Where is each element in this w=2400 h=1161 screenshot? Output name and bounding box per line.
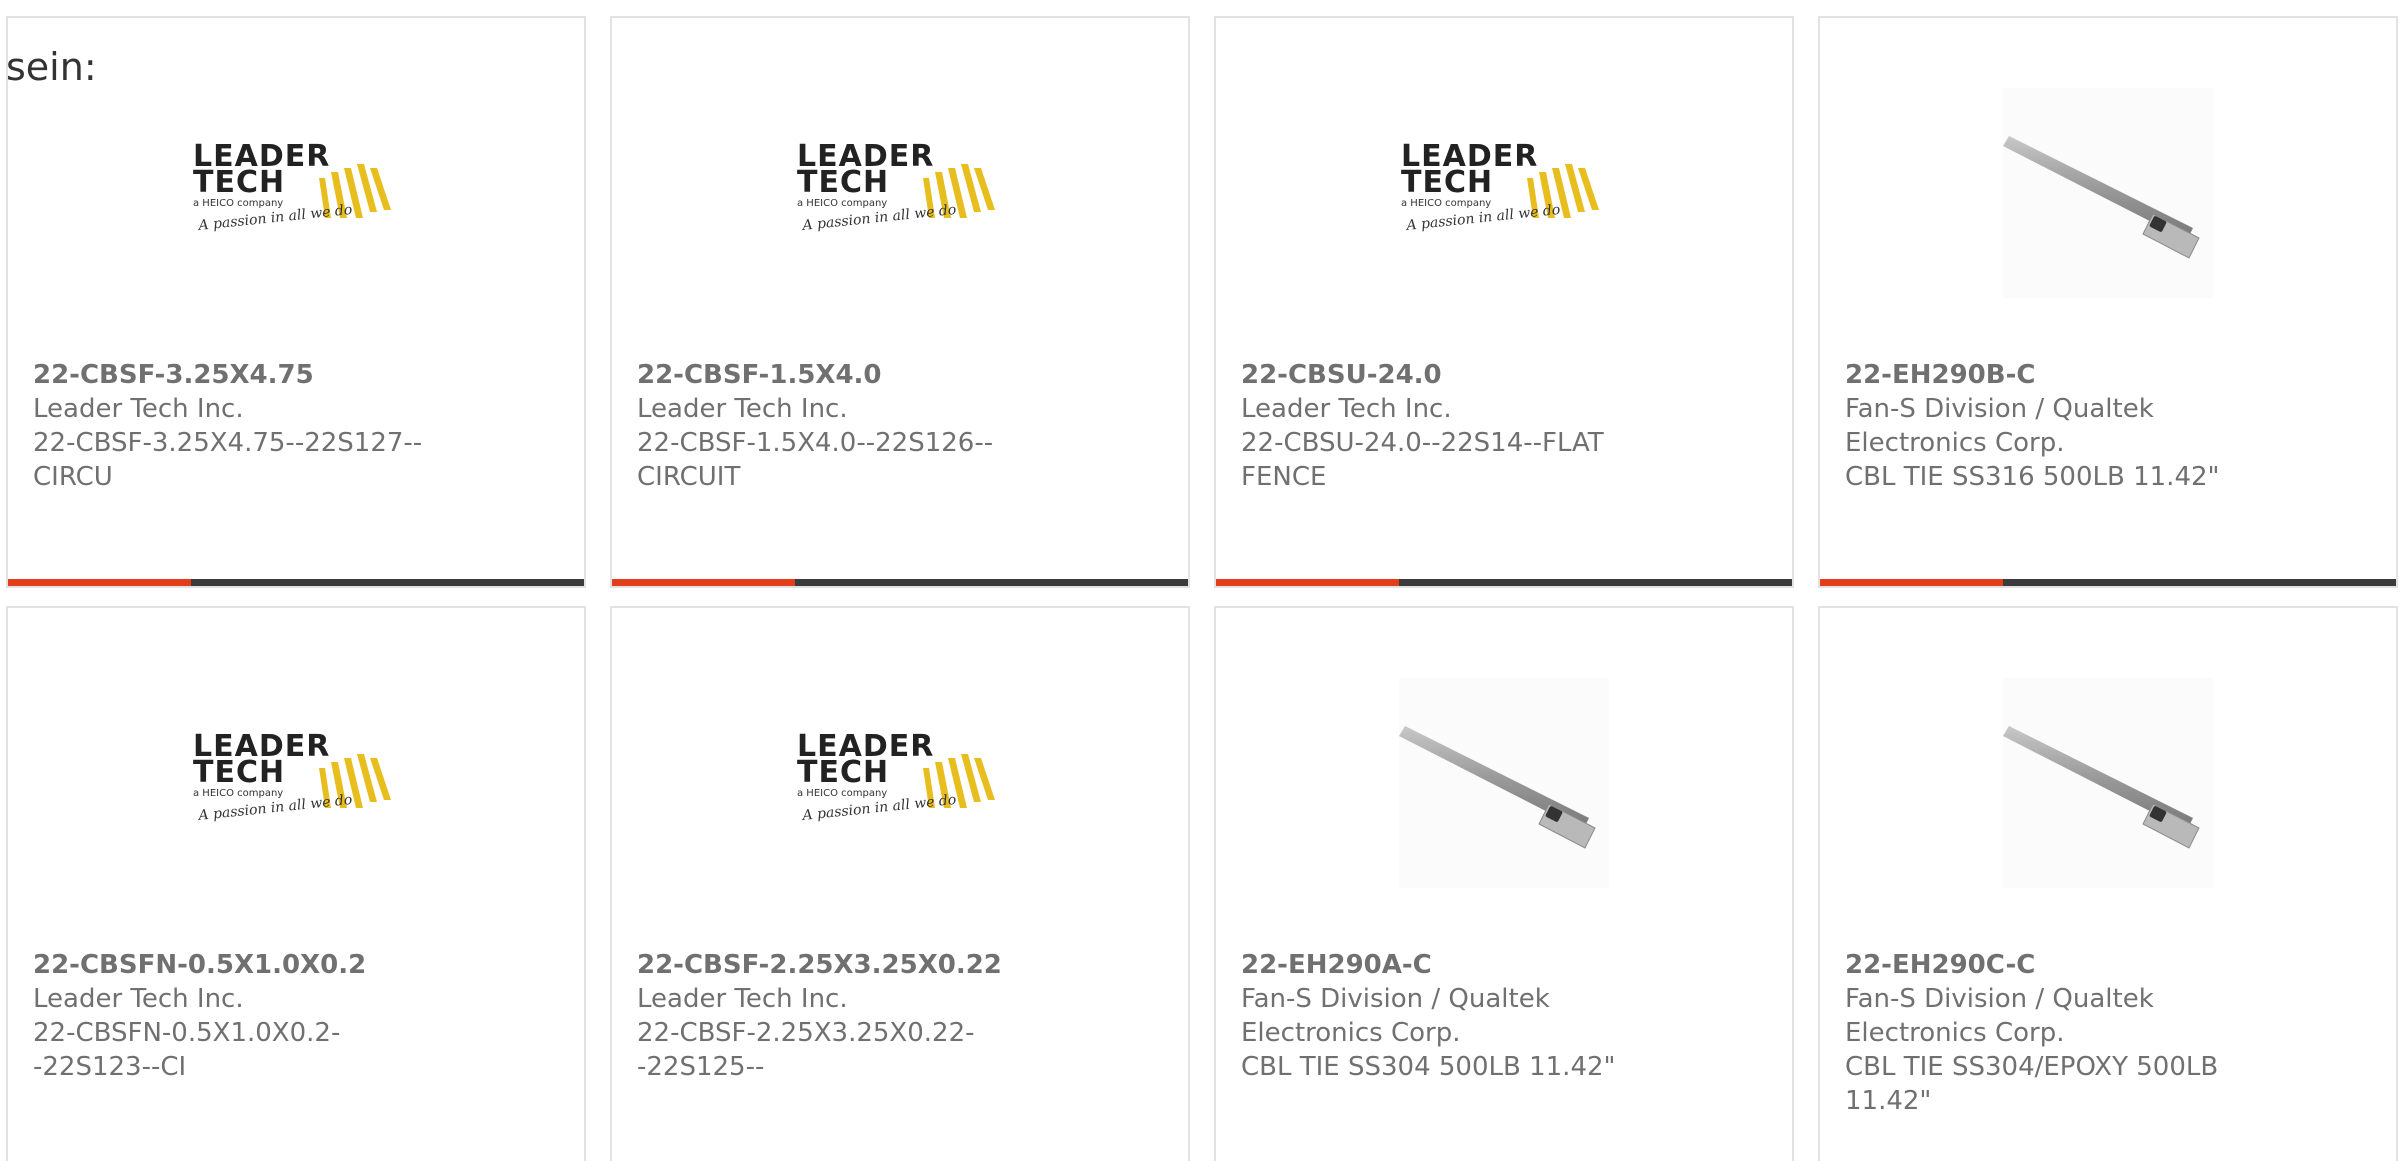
intro-text: sein: — [6, 45, 97, 89]
manufacturer-name: Leader Tech Inc. — [637, 984, 848, 1014]
product-description: CBL TIE SS304/EPOXY 500LB 11.42" — [1845, 1052, 2219, 1116]
logo-tagline: a HEICO company — [797, 198, 887, 209]
product-card[interactable]: 22-EH290C-C Fan-S Division / Qualtek Ele… — [1818, 606, 2398, 1161]
product-grid-page: sein: LEADER TECH a HEICO company A pass… — [0, 0, 2400, 1161]
logo-line2: TECH — [1401, 165, 1493, 200]
product-image[interactable]: LEADER TECH a HEICO company A passion in… — [8, 728, 584, 828]
leader-tech-logo: LEADER TECH a HEICO company A passion in… — [797, 139, 995, 234]
card-bottom-bar — [612, 579, 1188, 586]
product-info: 22-CBSF-2.25X3.25X0.22 Leader Tech Inc. … — [637, 948, 1163, 1084]
product-info: 22-CBSU-24.0 Leader Tech Inc. 22-CBSU-24… — [1241, 358, 1767, 494]
leader-tech-logo: LEADER TECH a HEICO company A passion in… — [193, 729, 391, 824]
logo-tagline: a HEICO company — [1401, 198, 1491, 209]
product-image[interactable]: LEADER TECH a HEICO company A passion in… — [612, 138, 1188, 238]
product-card[interactable]: LEADER TECH a HEICO company A passion in… — [6, 606, 586, 1161]
part-number-link[interactable]: 22-EH290B-C — [1845, 358, 2371, 392]
cable-tie-image — [2003, 678, 2213, 888]
product-image[interactable]: LEADER TECH a HEICO company A passion in… — [1216, 138, 1792, 238]
card-accent-bar — [1216, 579, 1399, 586]
product-description: 22-CBSF-2.25X3.25X0.22--22S125-- — [637, 1018, 975, 1082]
product-description: 22-CBSF-3.25X4.75--22S127--CIRCU — [33, 428, 423, 492]
manufacturer-name: Leader Tech Inc. — [1241, 394, 1452, 424]
product-card[interactable]: LEADER TECH a HEICO company A passion in… — [1214, 16, 1794, 588]
part-number-link[interactable]: 22-EH290A-C — [1241, 948, 1767, 982]
part-number-link[interactable]: 22-CBSFN-0.5X1.0X0.2 — [33, 948, 559, 982]
manufacturer-name: Fan-S Division / Qualtek Electronics Cor… — [1845, 984, 2154, 1048]
product-info: 22-EH290C-C Fan-S Division / Qualtek Ele… — [1845, 948, 2371, 1118]
logo-line2: TECH — [193, 165, 285, 200]
product-image[interactable] — [1820, 88, 2396, 298]
product-image[interactable] — [1820, 678, 2396, 888]
product-description: CBL TIE SS304 500LB 11.42" — [1241, 1052, 1616, 1082]
product-info: 22-CBSF-1.5X4.0 Leader Tech Inc. 22-CBSF… — [637, 358, 1163, 494]
part-number-link[interactable]: 22-CBSU-24.0 — [1241, 358, 1767, 392]
part-number-link[interactable]: 22-CBSF-2.25X3.25X0.22 — [637, 948, 1163, 982]
product-card[interactable]: 22-EH290B-C Fan-S Division / Qualtek Ele… — [1818, 16, 2398, 588]
product-image[interactable]: LEADER TECH a HEICO company A passion in… — [612, 728, 1188, 828]
leader-tech-logo: LEADER TECH a HEICO company A passion in… — [797, 729, 995, 824]
manufacturer-name: Fan-S Division / Qualtek Electronics Cor… — [1845, 394, 2154, 458]
card-accent-bar — [612, 579, 795, 586]
product-card[interactable]: LEADER TECH a HEICO company A passion in… — [610, 16, 1190, 588]
manufacturer-name: Leader Tech Inc. — [33, 984, 244, 1014]
card-accent-bar — [1820, 579, 2003, 586]
product-info: 22-EH290A-C Fan-S Division / Qualtek Ele… — [1241, 948, 1767, 1084]
leader-tech-logo: LEADER TECH a HEICO company A passion in… — [1401, 139, 1599, 234]
product-card[interactable]: LEADER TECH a HEICO company A passion in… — [6, 16, 586, 588]
logo-line2: TECH — [797, 165, 889, 200]
product-info: 22-CBSFN-0.5X1.0X0.2 Leader Tech Inc. 22… — [33, 948, 559, 1084]
product-card[interactable]: LEADER TECH a HEICO company A passion in… — [610, 606, 1190, 1161]
leader-tech-logo: LEADER TECH a HEICO company A passion in… — [193, 139, 391, 234]
logo-line2: TECH — [797, 755, 889, 790]
product-image[interactable] — [1216, 678, 1792, 888]
part-number-link[interactable]: 22-CBSF-1.5X4.0 — [637, 358, 1163, 392]
product-image[interactable]: LEADER TECH a HEICO company A passion in… — [8, 138, 584, 238]
product-description: CBL TIE SS316 500LB 11.42" — [1845, 462, 2220, 492]
product-description: 22-CBSFN-0.5X1.0X0.2--22S123--CI — [33, 1018, 341, 1082]
product-description: 22-CBSF-1.5X4.0--22S126--CIRCUIT — [637, 428, 994, 492]
cable-tie-image — [2003, 88, 2213, 298]
logo-tagline: a HEICO company — [193, 788, 283, 799]
manufacturer-name: Leader Tech Inc. — [33, 394, 244, 424]
manufacturer-name: Fan-S Division / Qualtek Electronics Cor… — [1241, 984, 1550, 1048]
product-info: 22-EH290B-C Fan-S Division / Qualtek Ele… — [1845, 358, 2371, 494]
part-number-link[interactable]: 22-CBSF-3.25X4.75 — [33, 358, 559, 392]
logo-line2: TECH — [193, 755, 285, 790]
product-description: 22-CBSU-24.0--22S14--FLAT FENCE — [1241, 428, 1604, 492]
part-number-link[interactable]: 22-EH290C-C — [1845, 948, 2371, 982]
card-accent-bar — [8, 579, 191, 586]
card-bottom-bar — [8, 579, 584, 586]
logo-tagline: a HEICO company — [797, 788, 887, 799]
manufacturer-name: Leader Tech Inc. — [637, 394, 848, 424]
card-bottom-bar — [1820, 579, 2396, 586]
product-card[interactable]: 22-EH290A-C Fan-S Division / Qualtek Ele… — [1214, 606, 1794, 1161]
product-info: 22-CBSF-3.25X4.75 Leader Tech Inc. 22-CB… — [33, 358, 559, 494]
card-bottom-bar — [1216, 579, 1792, 586]
logo-tagline: a HEICO company — [193, 198, 283, 209]
cable-tie-image — [1399, 678, 1609, 888]
